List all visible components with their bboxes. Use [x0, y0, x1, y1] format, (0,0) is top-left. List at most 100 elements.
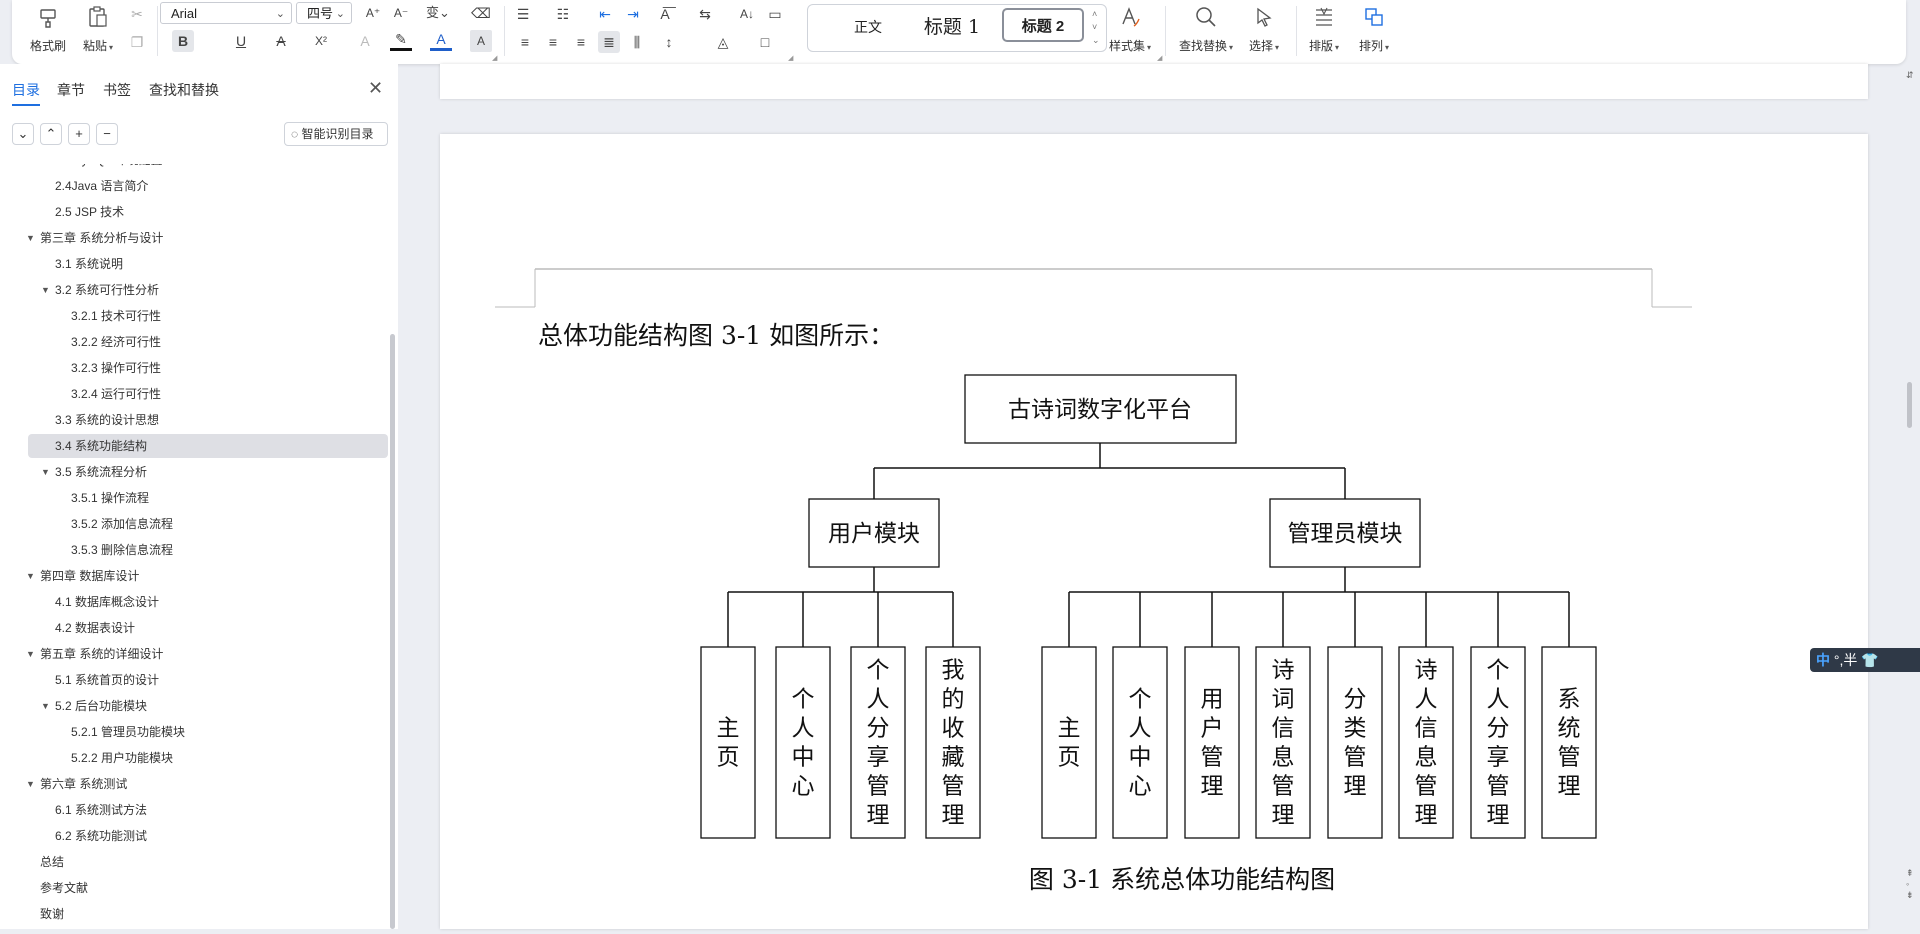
text-effect-icon[interactable]: A: [354, 30, 376, 52]
expand-triangle-icon[interactable]: ▼: [26, 226, 35, 250]
style-heading2[interactable]: 标题 2: [1002, 8, 1084, 42]
page-nav-icon[interactable]: ⇞ ◦ ⇟: [1906, 868, 1914, 901]
expand-triangle-icon[interactable]: ▼: [26, 642, 35, 666]
toc-item[interactable]: 2.4Java 语言简介: [28, 174, 388, 198]
shrink-font-icon[interactable]: A⁻: [390, 2, 412, 24]
justify-icon[interactable]: ≣: [598, 31, 620, 53]
shading-icon[interactable]: ◬: [712, 31, 734, 53]
font-color-icon[interactable]: A: [430, 30, 452, 51]
toc-item[interactable]: 5.2.1 管理员功能模块: [28, 720, 388, 744]
expand-triangle-icon[interactable]: ▼: [41, 694, 50, 718]
bold-icon[interactable]: B: [172, 30, 194, 52]
remove-heading-button[interactable]: −: [96, 123, 118, 145]
numbered-list-icon[interactable]: ☷: [552, 3, 574, 25]
toc-item[interactable]: 总结: [28, 850, 388, 874]
increase-indent-icon[interactable]: ⇥: [622, 3, 644, 25]
styles-dialog-launcher-icon[interactable]: ◢: [1157, 54, 1162, 62]
line-spacing-icon[interactable]: ↕: [658, 31, 680, 53]
align-left-icon[interactable]: ≡: [514, 31, 536, 53]
leaf-label-char: 户: [1201, 716, 1224, 742]
align-center-icon[interactable]: ≡: [542, 31, 564, 53]
toc-item[interactable]: ▼ 第五章 系统的详细设计: [26, 642, 388, 666]
toc-item[interactable]: 5.1 系统首页的设计: [28, 668, 388, 692]
tab-find-replace[interactable]: 查找和替换: [149, 80, 219, 100]
toc-item[interactable]: 3.2.1 技术可行性: [28, 304, 388, 328]
style-heading1[interactable]: 标题 1: [908, 13, 996, 41]
text-direction-icon[interactable]: A͞: [654, 3, 676, 25]
style-set-button[interactable]: 样式集: [1105, 4, 1155, 54]
toc-item[interactable]: 3.5.3 删除信息流程: [28, 538, 388, 562]
toc-item[interactable]: 参考文献: [28, 876, 388, 900]
phonetic-guide-icon[interactable]: 变⌄: [420, 2, 456, 24]
expand-triangle-icon[interactable]: ▼: [26, 772, 35, 796]
document-page[interactable]: 总体功能结构图 3-1 如图所示： 古诗词数字化平台 用户模块主页个人中心个人分享…: [440, 134, 1868, 929]
toc-item[interactable]: 致谢: [28, 902, 388, 926]
expand-triangle-icon[interactable]: ▼: [41, 460, 50, 484]
font-name-select[interactable]: Arial ⌄: [160, 2, 292, 24]
toc-item[interactable]: ▼ 第三章 系统分析与设计: [26, 226, 388, 250]
toc-item[interactable]: 6.2 系统功能测试: [28, 824, 388, 848]
smart-toc-button[interactable]: ◌ 智能识别目录: [284, 122, 388, 146]
tab-bookmarks[interactable]: 书签: [103, 80, 131, 100]
clear-format-icon[interactable]: ⌫: [470, 2, 492, 24]
toc-item[interactable]: 3.4 系统功能结构: [28, 434, 388, 458]
cut-icon[interactable]: ✂: [126, 3, 148, 25]
font-dialog-launcher-icon[interactable]: ◢: [492, 54, 497, 62]
typesetting-button[interactable]: 排版: [1302, 4, 1346, 54]
toc-item[interactable]: ▼ 第六章 系统测试: [26, 772, 388, 796]
toc-item[interactable]: ▼ 第四章 数据库设计: [26, 564, 388, 588]
toc-item[interactable]: 6.1 系统测试方法: [28, 798, 388, 822]
line-break-icon[interactable]: ⇆: [694, 3, 716, 25]
paste-button[interactable]: 粘贴: [78, 4, 118, 54]
tab-sections[interactable]: 章节: [57, 80, 85, 100]
document-scrollbar[interactable]: [1907, 382, 1912, 428]
show-marks-icon[interactable]: ▭: [764, 3, 786, 25]
superscript-icon[interactable]: X²: [310, 30, 332, 52]
expand-triangle-icon[interactable]: ▼: [26, 564, 35, 588]
decrease-indent-icon[interactable]: ⇤: [594, 3, 616, 25]
ruler-toggle-icon[interactable]: ⇵: [1906, 70, 1914, 81]
toc-item[interactable]: ▼ 3.2 系统可行性分析: [28, 278, 388, 302]
toc-item[interactable]: 3.5.2 添加信息流程: [28, 512, 388, 536]
toc-item[interactable]: 3.3 系统的设计思想: [28, 408, 388, 432]
toc-item[interactable]: 3.5.1 操作流程: [28, 486, 388, 510]
align-right-icon[interactable]: ≡: [570, 31, 592, 53]
toc-item[interactable]: 3.2.2 经济可行性: [28, 330, 388, 354]
ime-status-bar[interactable]: 中 °,半 👕: [1810, 648, 1920, 672]
sort-icon[interactable]: A↓: [736, 3, 758, 25]
toc-item[interactable]: 4.1 数据库概念设计: [28, 590, 388, 614]
expand-up-button[interactable]: ⌃: [40, 123, 62, 145]
underline-icon[interactable]: U: [230, 30, 252, 52]
toc-item[interactable]: 3.2.3 操作可行性: [28, 356, 388, 380]
nav-scrollbar[interactable]: [390, 334, 395, 929]
paragraph-dialog-launcher-icon[interactable]: ◢: [788, 54, 793, 62]
toc-item[interactable]: 3.2.4 运行可行性: [28, 382, 388, 406]
gallery-scroll-icon[interactable]: ˄ ˅ ⌄: [1092, 8, 1100, 47]
bullet-list-icon[interactable]: ☰: [512, 3, 534, 25]
highlight-icon[interactable]: ✎: [390, 30, 412, 51]
add-heading-button[interactable]: +: [68, 123, 90, 145]
toc-item[interactable]: 2.5 JSP 技术: [28, 200, 388, 224]
toc-item[interactable]: 4.2 数据表设计: [28, 616, 388, 640]
strikethrough-icon[interactable]: A: [270, 30, 292, 52]
tab-toc[interactable]: 目录: [12, 80, 40, 106]
select-button[interactable]: 选择: [1242, 4, 1286, 54]
toc-item[interactable]: ▼ 5.2 后台功能模块: [28, 694, 388, 718]
grow-font-icon[interactable]: A⁺: [362, 2, 384, 24]
toc-item[interactable]: 5.2.2 用户功能模块: [28, 746, 388, 770]
arrange-button[interactable]: 排列: [1352, 4, 1396, 54]
expand-triangle-icon[interactable]: ▼: [41, 278, 50, 302]
collapse-all-button[interactable]: ⌄: [12, 123, 34, 145]
border-icon[interactable]: □: [754, 31, 776, 53]
style-normal[interactable]: 正文: [838, 13, 898, 41]
font-size-select[interactable]: 四号 ⌄: [296, 2, 352, 24]
format-painter-button[interactable]: 格式刷: [28, 4, 68, 54]
char-shading-icon[interactable]: A: [470, 30, 492, 52]
find-replace-button[interactable]: 查找替换: [1176, 4, 1236, 54]
distribute-icon[interactable]: ⫼: [626, 31, 648, 53]
toc-item[interactable]: 3.1 系统说明: [28, 252, 388, 276]
close-icon[interactable]: ✕: [368, 78, 383, 99]
toc-item[interactable]: 2.3MySQL 环境配置: [28, 164, 388, 172]
copy-icon[interactable]: ❐: [126, 31, 148, 53]
toc-item[interactable]: ▼ 3.5 系统流程分析: [28, 460, 388, 484]
